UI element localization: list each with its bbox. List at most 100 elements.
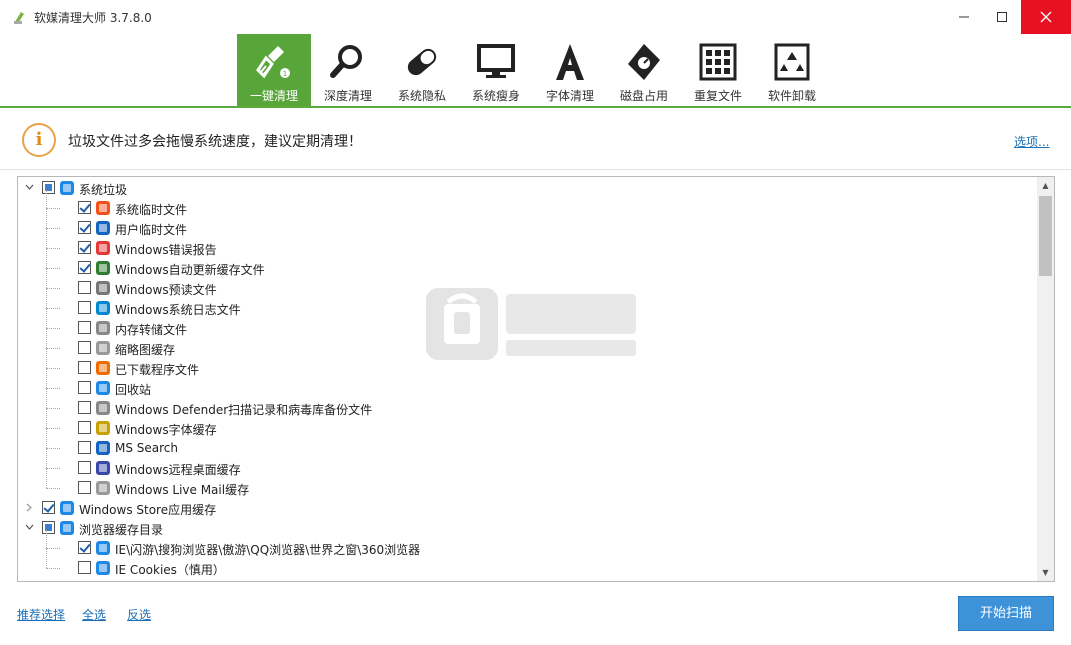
item-checkbox[interactable] [78,341,91,354]
tool-label: 字体清理 [545,89,594,103]
tree-connector [46,368,60,369]
font-cache-icon [95,420,111,436]
app-logo-icon [14,12,24,24]
tree-row[interactable]: Windows自动更新缓存文件 [18,258,1036,278]
windows-flag-icon [95,200,111,216]
tool-duplicate-files[interactable]: 重复文件 [681,34,755,106]
start-scan-button[interactable]: 开始扫描 [958,596,1054,631]
recommend-select-link[interactable]: 推荐选择 [17,606,65,623]
item-checkbox[interactable] [78,241,91,254]
options-link[interactable]: 选项... [1014,133,1049,150]
chevron-down-icon [25,184,33,190]
tree-row[interactable]: 用户临时文件 [18,218,1036,238]
tree-item-label: 内存转储文件 [115,323,188,337]
tool-privacy[interactable]: 系统隐私 [385,34,459,106]
item-checkbox[interactable] [78,301,91,314]
info-i-icon: i [22,123,56,157]
tree-connector [46,408,60,409]
tree-connector [46,190,47,488]
search-icon [95,440,111,456]
item-checkbox[interactable] [78,401,91,414]
item-checkbox[interactable] [78,441,91,454]
app-window: 软媒清理大师 3.7.8.0 1 一键清理 深度清理 系统隐私 系统瘦身 字体清… [0,0,1071,645]
tree-row[interactable]: Windows字体缓存 [18,418,1036,438]
memory-dump-icon [95,320,111,336]
item-checkbox[interactable] [78,421,91,434]
tree-item-label: IE\闪游\搜狗浏览器\傲游\QQ浏览器\世界之窗\360浏览器 [115,543,421,557]
tree-item-label: Windows预读文件 [115,283,217,297]
minimize-button[interactable] [944,0,984,34]
close-button[interactable] [1021,0,1071,34]
tree-item-label: Windows字体缓存 [115,423,217,437]
svg-text:1: 1 [283,70,287,78]
tool-uninstall[interactable]: 软件卸载 [755,34,829,106]
item-checkbox[interactable] [78,481,91,494]
tree-item-label: 缩略图缓存 [115,343,176,357]
store-icon [59,500,75,516]
item-checkbox[interactable] [78,541,91,554]
monitor-icon [477,44,515,78]
tree-connector [46,428,60,429]
tree-item-label: 回收站 [115,383,152,397]
tree-item-label: Windows错误报告 [115,243,217,257]
tool-deep-clean[interactable]: 深度清理 [311,34,385,106]
tree-row[interactable]: 系统临时文件 [18,198,1036,218]
tree-item-label: 系统垃圾 [79,183,128,197]
scroll-thumb[interactable] [1039,196,1052,276]
tool-font-clean[interactable]: 字体清理 [533,34,607,106]
magnifier-icon [330,45,362,78]
tree-row[interactable]: Windows Live Mail缓存 [18,478,1036,498]
invert-select-link[interactable]: 反选 [127,606,151,623]
duplicate-grid-icon [699,43,737,81]
tree-item-label: IE Cookies（慎用） [115,563,225,577]
item-checkbox[interactable] [78,461,91,474]
item-checkbox[interactable] [42,521,55,534]
tool-one-click-clean[interactable]: 1 一键清理 [237,34,311,106]
item-checkbox[interactable] [78,201,91,214]
user-icon [95,220,111,236]
tool-disk-usage[interactable]: 磁盘占用 [607,34,681,106]
chevron-right-icon[interactable] [24,503,34,513]
scroll-up-arrow-icon[interactable]: ▲ [1037,177,1054,194]
log-file-icon [95,300,111,316]
chevron-down-icon[interactable] [24,523,34,533]
tree-row[interactable]: MS Search [18,438,1036,458]
tree-row[interactable]: Windows远程桌面缓存 [18,458,1036,478]
item-checkbox[interactable] [78,281,91,294]
tree-row[interactable]: Windows错误报告 [18,238,1036,258]
chevron-right-icon [26,503,32,512]
chevron-down-icon[interactable] [24,183,34,193]
tree-row[interactable]: 回收站 [18,378,1036,398]
tree-connector [46,248,60,249]
item-checkbox[interactable] [78,561,91,574]
tree-row[interactable]: IE\闪游\搜狗浏览器\傲游\QQ浏览器\世界之窗\360浏览器 [18,538,1036,558]
item-checkbox[interactable] [78,221,91,234]
item-checkbox[interactable] [42,181,55,194]
tree-row[interactable]: IE Cookies（慎用） [18,558,1036,578]
item-checkbox[interactable] [78,261,91,274]
tree-scrollbar[interactable]: ▲ ▼ [1037,177,1054,581]
item-checkbox[interactable] [78,361,91,374]
error-report-icon [95,240,111,256]
tool-label: 软件卸载 [767,89,816,103]
tree-item-label: Windows Store应用缓存 [79,503,217,517]
tree-row[interactable]: Windows Store应用缓存 [18,498,1036,518]
tree-item-label: Windows自动更新缓存文件 [115,263,265,277]
tree-row[interactable]: 浏览器缓存目录 [18,518,1036,538]
select-all-link[interactable]: 全选 [82,606,106,623]
close-icon [1040,11,1052,23]
item-checkbox[interactable] [42,501,55,514]
item-checkbox[interactable] [78,381,91,394]
tree-row[interactable]: Windows Defender扫描记录和病毒库备份文件 [18,398,1036,418]
scroll-down-arrow-icon[interactable]: ▼ [1037,564,1054,581]
font-a-icon [556,44,584,80]
tree-row[interactable]: 系统垃圾 [18,178,1036,198]
tool-slim-system[interactable]: 系统瘦身 [459,34,533,106]
title-bar: 软媒清理大师 3.7.8.0 [0,0,1071,34]
broom-icon: 1 [256,46,290,79]
item-checkbox[interactable] [78,321,91,334]
windows-logo-icon [59,180,75,196]
info-message: 垃圾文件过多会拖慢系统速度，建议定期清理！ [68,134,362,150]
maximize-button[interactable] [982,0,1022,34]
tree-item-label: 已下载程序文件 [115,363,200,377]
